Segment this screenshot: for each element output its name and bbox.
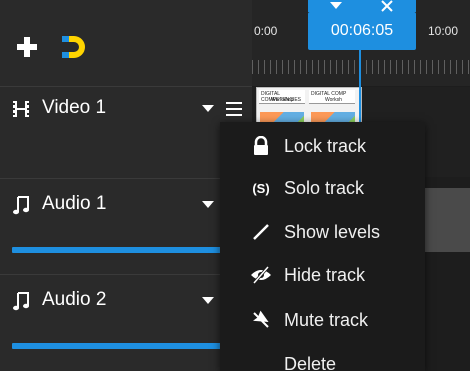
ruler-label-start: 0:00: [254, 24, 278, 38]
menu-item-label: Show levels: [284, 221, 381, 242]
menu-item-label: Hide track: [284, 264, 366, 285]
marker-icon: [330, 2, 342, 9]
mute-icon: [248, 310, 274, 330]
track-dropdown-caret[interactable]: [202, 105, 214, 112]
menu-item-show-levels[interactable]: Show levels: [220, 212, 425, 252]
track-menu-button[interactable]: [226, 102, 242, 116]
pencil-line-icon: [248, 222, 274, 242]
menu-item-label: Delete: [284, 353, 337, 371]
audio-level-bar[interactable]: [12, 247, 238, 253]
film-icon: [10, 99, 32, 119]
track-dropdown-caret[interactable]: [202, 297, 214, 304]
menu-item-label: Mute track: [284, 309, 369, 330]
clip-thumbnail-header: DIGITAL COMP Worksh: [309, 90, 355, 104]
menu-item-solo-track[interactable]: (S) Solo track: [220, 168, 425, 208]
playhead-handle[interactable]: [308, 0, 416, 12]
track-row-video-1: Video 1: [0, 86, 252, 178]
track-header-panel: Video 1 Audio 1 Audio 2: [0, 0, 252, 371]
add-track-button[interactable]: [14, 34, 40, 60]
solo-icon: (S): [252, 180, 270, 196]
eye-slash-icon: [248, 265, 274, 285]
snap-toggle-button[interactable]: [58, 30, 92, 64]
track-name: Audio 2: [42, 289, 107, 310]
track-name: Video 1: [42, 97, 107, 118]
plus-icon: [17, 37, 37, 57]
track-name: Audio 1: [42, 193, 107, 214]
music-note-icon: [10, 290, 32, 312]
menu-line-icon: [226, 102, 242, 104]
menu-line-icon: [226, 108, 242, 110]
scissors-icon: [381, 0, 393, 12]
clip-thumbnail-header: DIGITAL COMPETENCIES Workshop: [259, 90, 305, 104]
audio-waveform: [422, 188, 470, 252]
clip-caption-sub: Workshop: [271, 97, 294, 103]
music-note-icon: [10, 194, 32, 216]
magnet-icon: [62, 36, 85, 58]
playhead-time: 00:06:05: [308, 12, 416, 50]
menu-item-mute-track[interactable]: Mute track: [220, 300, 425, 340]
menu-item-label: Solo track: [284, 177, 365, 198]
track-row-audio-1: Audio 1: [0, 178, 252, 274]
menu-line-icon: [226, 114, 242, 116]
menu-item-hide-track[interactable]: Hide track: [220, 255, 425, 295]
menu-item-label: Lock track: [284, 135, 367, 156]
track-dropdown-caret[interactable]: [202, 201, 214, 208]
menu-item-lock-track[interactable]: Lock track: [220, 126, 425, 166]
track-toolbar: [0, 0, 252, 86]
ruler-ticks: [252, 60, 470, 74]
clip-caption-sub: Worksh: [325, 97, 342, 103]
ruler-label-end: 10:00: [428, 24, 459, 38]
track-context-menu: Lock track (S) Solo track Show levels Hi…: [220, 122, 425, 371]
audio-level-bar[interactable]: [12, 343, 238, 349]
track-row-audio-2: Audio 2: [0, 274, 252, 371]
menu-item-delete[interactable]: Delete: [220, 344, 425, 371]
lock-icon: [248, 136, 274, 156]
